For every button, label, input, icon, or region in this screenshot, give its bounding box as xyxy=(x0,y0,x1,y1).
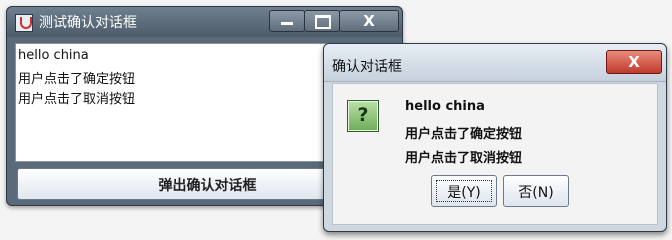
dialog-close-button[interactable]: X xyxy=(606,50,662,74)
text-line: 用户点击了取消按钮 xyxy=(18,92,136,107)
dialog-titlebar[interactable]: 确认对话框 X xyxy=(324,44,666,82)
dialog-message-line: 用户点击了取消按钮 xyxy=(405,151,523,166)
no-button-label: 否(N) xyxy=(518,185,554,201)
close-icon: X xyxy=(628,53,640,71)
close-icon: X xyxy=(363,12,375,30)
yes-button[interactable]: 是(Y) xyxy=(431,175,497,207)
no-button[interactable]: 否(N) xyxy=(503,175,569,207)
minimize-button[interactable] xyxy=(269,10,305,32)
main-titlebar[interactable]: 测试确认对话框 X xyxy=(7,7,402,37)
question-icon: ? xyxy=(347,100,379,132)
maximize-icon xyxy=(315,15,331,29)
close-button[interactable]: X xyxy=(339,10,399,32)
java-app-icon xyxy=(15,14,33,32)
dialog-title: 确认对话框 xyxy=(332,59,402,75)
text-line: hello china xyxy=(18,48,89,63)
dialog-body: ? hello china 用户点击了确定按钮 用户点击了取消按钮 是(Y) 否… xyxy=(332,83,658,225)
main-window-title: 测试确认对话框 xyxy=(39,15,137,31)
text-line: 用户点击了确定按钮 xyxy=(18,72,136,87)
dialog-message-line: 用户点击了确定按钮 xyxy=(405,127,523,142)
minimize-icon xyxy=(281,22,293,25)
maximize-button[interactable] xyxy=(304,10,340,32)
confirm-dialog: 确认对话框 X ? hello china 用户点击了确定按钮 用户点击了取消按… xyxy=(323,43,667,232)
dialog-message-line: hello china xyxy=(405,99,485,114)
yes-button-label: 是(Y) xyxy=(447,185,481,201)
